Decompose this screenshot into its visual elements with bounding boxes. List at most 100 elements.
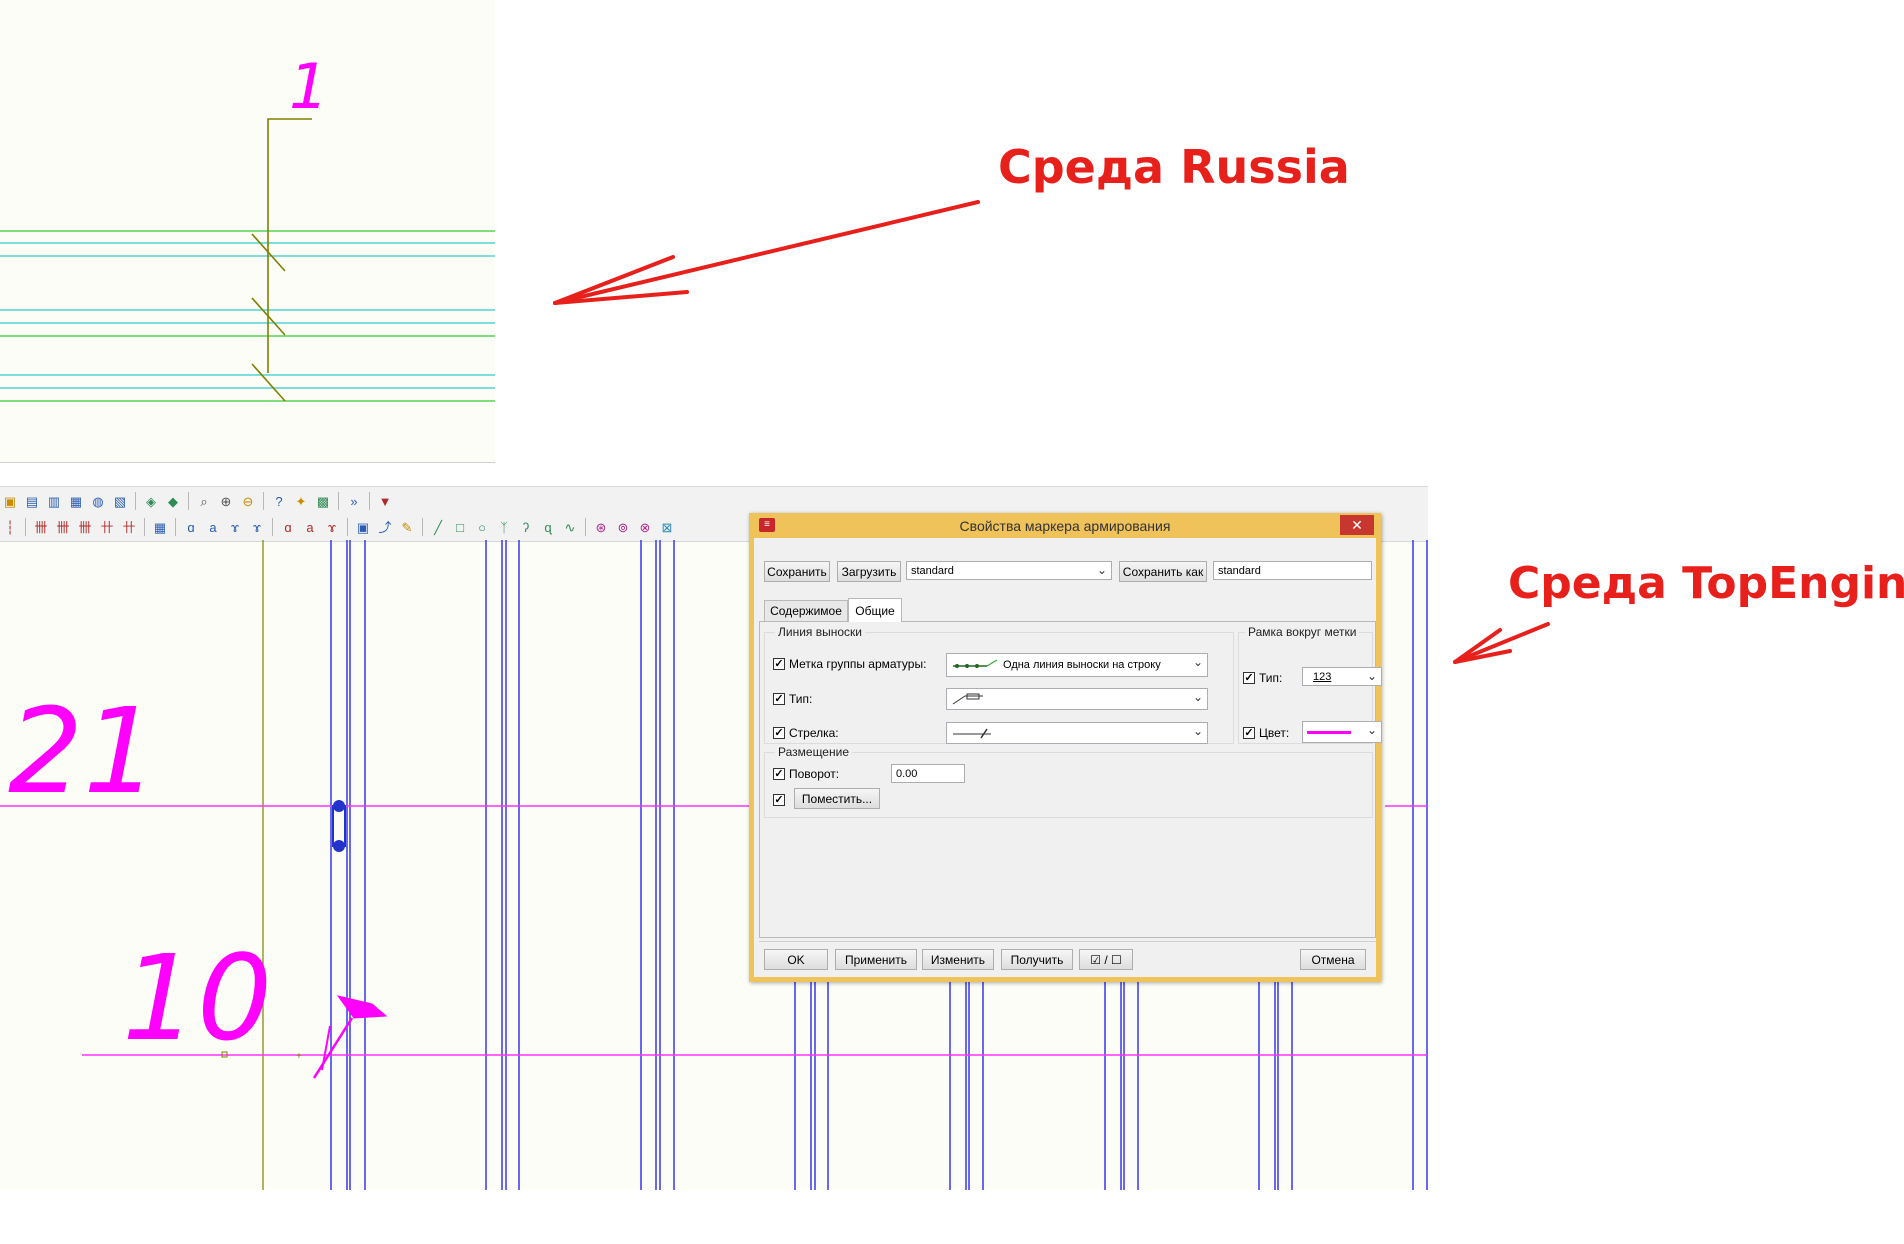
save-button[interactable]: Сохранить <box>764 561 830 582</box>
close-button[interactable]: ✕ <box>1340 515 1374 535</box>
dialog-button-bar: OK Применить Изменить Получить ☑ / ☐ Отм… <box>759 941 1376 974</box>
leader-type-select[interactable]: ⌄ <box>946 688 1208 710</box>
frame-color-row: ✓ Цвет: <box>1243 726 1289 740</box>
publish-icon[interactable]: ◍ <box>88 491 108 511</box>
tab-general[interactable]: Общие <box>848 598 902 622</box>
dim-b-icon[interactable]: a <box>203 517 223 537</box>
ok-button[interactable]: OK <box>764 949 828 970</box>
russia-arrow-head-a <box>553 255 675 305</box>
rebar-c-icon[interactable]: 卌 <box>53 517 73 537</box>
load-button[interactable]: Загрузить <box>837 561 901 582</box>
frame-color-select[interactable]: ⌄ <box>1302 721 1382 743</box>
grid-icon[interactable]: ▦ <box>150 517 170 537</box>
save-as-name-input[interactable]: standard <box>1213 561 1372 580</box>
folder-icon[interactable]: ▩ <box>313 491 333 511</box>
dim-d-icon[interactable]: ɤ <box>247 517 267 537</box>
hook-b-icon[interactable]: ɋ <box>538 517 558 537</box>
rebar-group-mark-checkbox[interactable]: ✓ <box>773 658 785 670</box>
tag-b-icon[interactable]: a <box>300 517 320 537</box>
mark-number-21: 21 <box>8 682 158 820</box>
rebar-marker-properties-dialog: ≡ Свойства маркера армирования ✕ Сохрани… <box>749 513 1382 982</box>
hook-a-icon[interactable]: ʔ <box>516 517 536 537</box>
toolbar-separator <box>369 492 370 510</box>
save-as-icon[interactable]: ▥ <box>44 491 64 511</box>
place-row: ✓ <box>773 794 785 806</box>
russia-arrow-head-b <box>553 290 689 305</box>
rotation-input[interactable]: 0.00 <box>891 764 965 783</box>
help-icon[interactable]: ? <box>269 491 289 511</box>
frame-type-select[interactable]: 123 ⌄ <box>1302 667 1382 686</box>
rotation-checkbox[interactable]: ✓ <box>773 768 785 780</box>
rebar-e-icon[interactable]: 卄 <box>97 517 117 537</box>
rebar-group-mark-select[interactable]: Одна линия выноски на строку ⌄ <box>946 653 1208 677</box>
change-button[interactable]: Изменить <box>922 949 994 970</box>
rebar-a-icon[interactable]: ┆ <box>0 517 20 537</box>
layer-props-icon[interactable]: ◆ <box>163 491 183 511</box>
arrow-label: Стрелка: <box>789 726 839 740</box>
toolbar-separator <box>175 518 176 536</box>
layer-icon[interactable]: ◈ <box>141 491 161 511</box>
print-icon[interactable]: ▦ <box>66 491 86 511</box>
save-icon[interactable]: ▤ <box>22 491 42 511</box>
rect-icon[interactable]: □ <box>450 517 470 537</box>
frame-color-checkbox[interactable]: ✓ <box>1243 727 1255 739</box>
export-icon[interactable]: ▧ <box>110 491 130 511</box>
insert-icon[interactable]: ⤴ <box>375 517 395 537</box>
spline-icon[interactable]: ∿ <box>560 517 580 537</box>
toolbar-separator <box>585 518 586 536</box>
type-checkbox[interactable]: ✓ <box>773 693 785 705</box>
rebar-b-icon[interactable]: 卌 <box>31 517 51 537</box>
dialog-title: Свойства маркера армирования <box>959 517 1171 534</box>
circle-icon[interactable]: ○ <box>472 517 492 537</box>
rebar-f-icon[interactable]: 卄 <box>119 517 139 537</box>
frame-type-checkbox[interactable]: ✓ <box>1243 672 1255 684</box>
more-icon[interactable]: » <box>344 491 364 511</box>
frame-color-label: Цвет: <box>1259 726 1290 740</box>
leader-type-icon <box>952 693 983 705</box>
zoom-out-icon[interactable]: ⊖ <box>238 491 258 511</box>
cancel-button[interactable]: Отмена <box>1300 949 1366 970</box>
toolbar-separator <box>263 492 264 510</box>
zoom-in-icon[interactable]: ⊕ <box>216 491 236 511</box>
toolbar-separator <box>25 518 26 536</box>
russia-cad-drawing: 1 <box>0 50 495 402</box>
arrow-select[interactable]: ⌄ <box>946 722 1208 744</box>
style-select[interactable]: standard ⌄ <box>906 561 1112 580</box>
dim-a-icon[interactable]: ɑ <box>181 517 201 537</box>
dim-c-icon[interactable]: ɤ <box>225 517 245 537</box>
snap-c-icon[interactable]: ⊗ <box>635 517 655 537</box>
style-icon[interactable]: ▼ <box>375 491 395 511</box>
get-button[interactable]: Получить <box>1001 949 1073 970</box>
tree-icon[interactable]: ᛉ <box>494 517 514 537</box>
tag-c-icon[interactable]: ɤ <box>322 517 342 537</box>
placement-group-title: Размещение <box>775 745 852 759</box>
block-icon[interactable]: ▣ <box>353 517 373 537</box>
snap-d-icon[interactable]: ⊠ <box>657 517 677 537</box>
frame-type-label: Тип: <box>1259 671 1283 685</box>
open-icon[interactable]: ▣ <box>0 491 20 511</box>
zoom-window-icon[interactable]: ⌕ <box>194 491 214 511</box>
dialog-titlebar[interactable]: ≡ Свойства маркера армирования ✕ <box>749 513 1381 538</box>
snap-b-icon[interactable]: ⊚ <box>613 517 633 537</box>
pen-icon[interactable]: ✎ <box>397 517 417 537</box>
mark-number-1: 1 <box>289 50 328 123</box>
toolbar-row-1: ▣ ▤ ▥ ▦ ◍ ▧ ◈ ◆ ⌕ ⊕ ⊖ ? ✦ ▩ » ▼ <box>0 489 395 513</box>
rebar-leader <box>251 118 312 402</box>
apply-button[interactable]: Применить <box>835 949 917 970</box>
toolbar-row-2: ┆ 卌 卌 卌 卄 卄 ▦ ɑ a ɤ ɤ ɑ a ɤ ▣ ⤴ ✎ ╱ □ ○ <box>0 515 677 539</box>
rebar-grip-marker <box>332 800 346 852</box>
bookmark-icon[interactable]: ✦ <box>291 491 311 511</box>
arrow-checkbox[interactable]: ✓ <box>773 727 785 739</box>
line-icon[interactable]: ╱ <box>428 517 448 537</box>
rebar-d-icon[interactable]: 卌 <box>75 517 95 537</box>
save-as-button[interactable]: Сохранить как <box>1119 561 1207 582</box>
snap-a-icon[interactable]: ⊛ <box>591 517 611 537</box>
toolbar-separator <box>272 518 273 536</box>
check-toggle-button[interactable]: ☑ / ☐ <box>1079 949 1133 970</box>
leader-line-group: Линия выноски ✓ Метка группы арматуры: О… <box>764 625 1234 744</box>
toolbar-separator <box>188 492 189 510</box>
place-checkbox[interactable]: ✓ <box>773 794 785 806</box>
tag-a-icon[interactable]: ɑ <box>278 517 298 537</box>
place-button[interactable]: Поместить... <box>794 788 880 809</box>
tab-contents[interactable]: Содержимое <box>764 600 848 621</box>
